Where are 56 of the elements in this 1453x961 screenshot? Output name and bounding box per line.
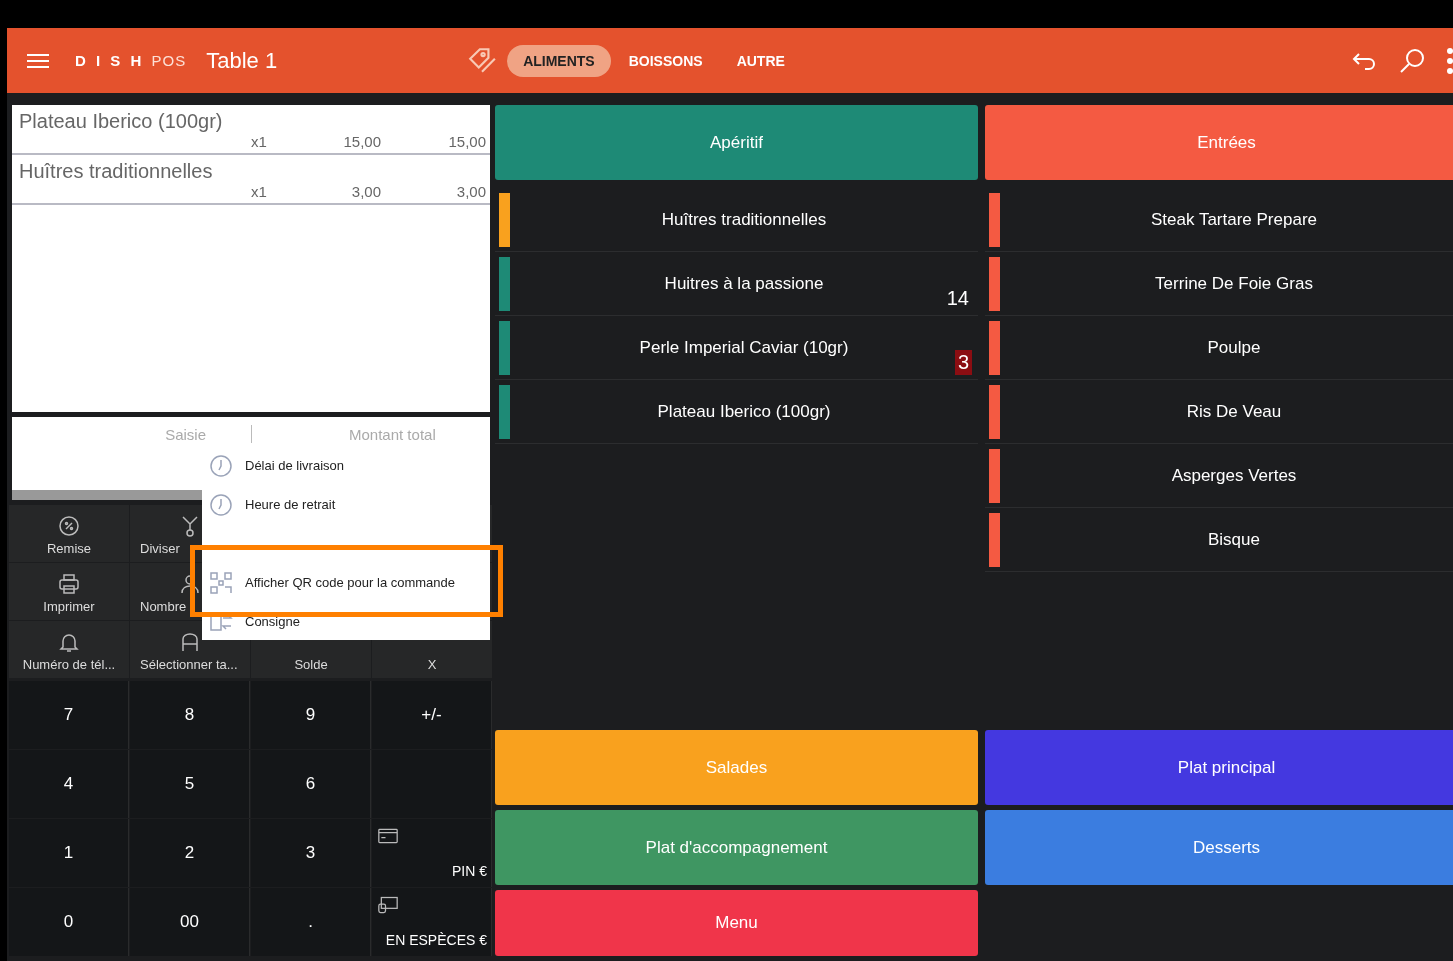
category-tab[interactable]: AUTRE bbox=[720, 44, 801, 77]
product-button[interactable]: Huîtres traditionnelles bbox=[495, 188, 978, 252]
count-badge: 3 bbox=[954, 350, 972, 375]
keypad-key[interactable]: 5 bbox=[130, 750, 250, 818]
category-button[interactable]: Plat d'accompagnement bbox=[495, 810, 978, 885]
category-button[interactable]: Apéritif bbox=[495, 105, 978, 180]
product-button[interactable]: Plateau Iberico (100gr) bbox=[495, 380, 978, 444]
payment-button[interactable]: EN ESPÈCES € bbox=[372, 888, 492, 956]
menu-item[interactable]: Délai de livraison bbox=[202, 446, 490, 485]
search-icon[interactable] bbox=[1399, 47, 1425, 74]
clock-icon bbox=[209, 492, 233, 517]
product-button[interactable]: Asperges Vertes bbox=[985, 444, 1453, 508]
printer-icon bbox=[57, 572, 81, 596]
function-button[interactable]: Remise bbox=[9, 505, 129, 562]
keypad-key[interactable]: 7 bbox=[9, 681, 129, 749]
app-logo: D I S H POS bbox=[75, 52, 187, 69]
card-icon bbox=[378, 827, 398, 845]
category-button[interactable]: Desserts bbox=[985, 810, 1453, 885]
keypad-key[interactable]: 3 bbox=[251, 819, 371, 887]
product-button[interactable]: Perle Imperial Caviar (10gr) 3 bbox=[495, 316, 978, 380]
category-tab[interactable]: BOISSONS bbox=[612, 44, 719, 77]
product-button[interactable]: Terrine De Foie Gras bbox=[985, 252, 1453, 316]
keypad-key[interactable]: 8 bbox=[130, 681, 250, 749]
keypad-key[interactable]: +/- bbox=[372, 681, 492, 749]
order-item[interactable]: Plateau Iberico (100gr) x1 15,00 15,00 bbox=[12, 105, 490, 155]
qr-code-icon bbox=[209, 570, 233, 595]
clock-icon bbox=[209, 453, 233, 478]
product-button[interactable]: Steak Tartare Prepare bbox=[985, 188, 1453, 252]
total-label: Montant total bbox=[349, 425, 436, 443]
keypad-key[interactable]: 4 bbox=[9, 750, 129, 818]
keypad-key[interactable]: 0 bbox=[9, 888, 129, 956]
payment-button[interactable]: PIN € bbox=[372, 819, 492, 887]
category-tab[interactable]: ALIMENTS bbox=[507, 44, 611, 77]
input-label: Saisie bbox=[164, 425, 206, 443]
function-button[interactable]: Numéro de tél... bbox=[9, 621, 129, 678]
product-button[interactable]: Poulpe bbox=[985, 316, 1453, 380]
keypad-key[interactable]: 2 bbox=[130, 819, 250, 887]
category-button[interactable]: Menu bbox=[495, 890, 978, 956]
product-button[interactable]: Bisque bbox=[985, 508, 1453, 572]
keypad-key[interactable]: 00 bbox=[130, 888, 250, 956]
discount-icon bbox=[57, 514, 81, 538]
category-button[interactable]: Plat principal bbox=[985, 730, 1453, 805]
person-icon bbox=[178, 572, 202, 596]
product-button[interactable]: Ris De Veau bbox=[985, 380, 1453, 444]
function-button[interactable]: Imprimer bbox=[9, 563, 129, 620]
keypad-key[interactable]: 1 bbox=[9, 819, 129, 887]
menu-icon[interactable] bbox=[27, 52, 49, 69]
keypad-key[interactable]: 9 bbox=[251, 681, 371, 749]
keypad-key[interactable]: 6 bbox=[251, 750, 371, 818]
cash-icon bbox=[378, 896, 398, 914]
product-button[interactable]: Huitres à la passione 14 bbox=[495, 252, 978, 316]
count-label: 14 bbox=[945, 286, 970, 311]
order-item[interactable]: Huîtres traditionnelles x1 3,00 3,00 bbox=[12, 155, 490, 205]
keypad-key[interactable]: . bbox=[251, 888, 371, 956]
more-icon[interactable] bbox=[1447, 47, 1453, 74]
table-title: Table 1 bbox=[206, 47, 278, 74]
